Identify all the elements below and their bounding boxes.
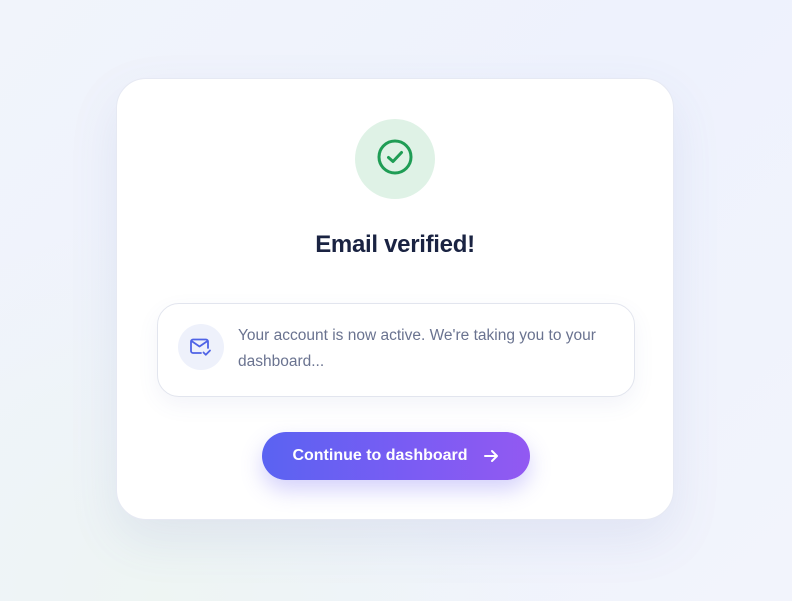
verification-card: Email verified! Your account is now acti…	[116, 78, 674, 520]
arrow-right-icon	[482, 447, 500, 465]
success-badge	[355, 119, 435, 199]
check-circle-icon	[376, 138, 414, 181]
continue-button-label: Continue to dashboard	[292, 447, 468, 464]
mail-check-icon	[178, 324, 224, 370]
page-title: Email verified!	[315, 231, 475, 258]
continue-to-dashboard-button[interactable]: Continue to dashboard	[262, 432, 530, 480]
notice-message: Your account is now active. We're taking…	[238, 327, 596, 370]
status-notice: Your account is now active. We're taking…	[157, 303, 635, 397]
